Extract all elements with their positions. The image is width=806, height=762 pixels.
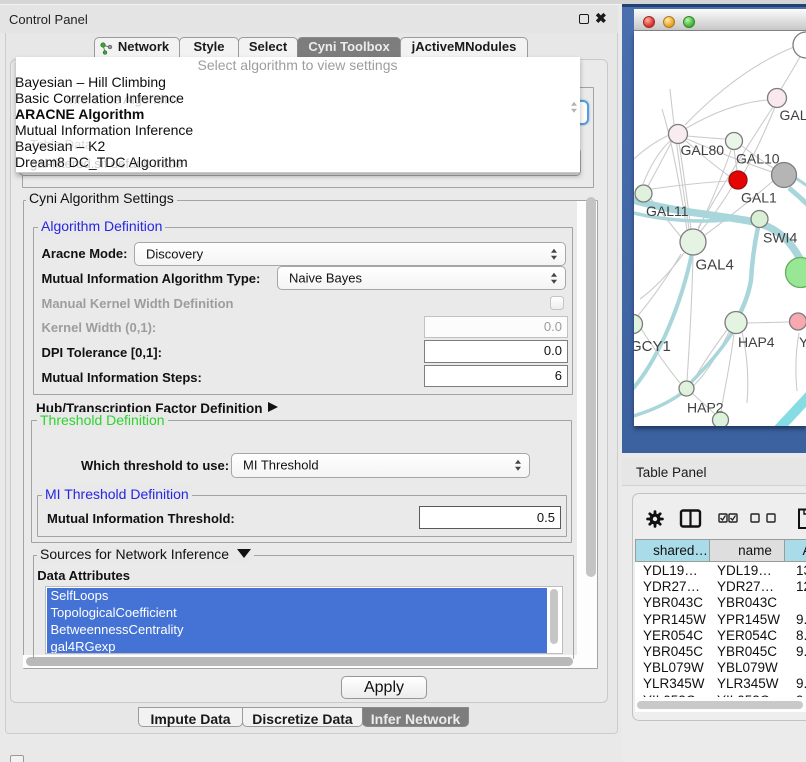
svg-text:GAL4: GAL4	[696, 257, 734, 274]
svg-text:GAL: GAL	[780, 107, 806, 123]
svg-text:HAP2: HAP2	[687, 400, 724, 416]
svg-text:GAL11: GAL11	[646, 203, 689, 219]
svg-text:Y: Y	[799, 334, 806, 350]
svg-text:HAP4: HAP4	[738, 334, 775, 350]
svg-text:GCY1: GCY1	[634, 338, 671, 355]
svg-text:SWI4: SWI4	[763, 230, 797, 246]
svg-text:GAL10: GAL10	[736, 151, 780, 167]
svg-text:GAL1: GAL1	[741, 190, 777, 206]
svg-text:GAL80: GAL80	[681, 142, 725, 158]
